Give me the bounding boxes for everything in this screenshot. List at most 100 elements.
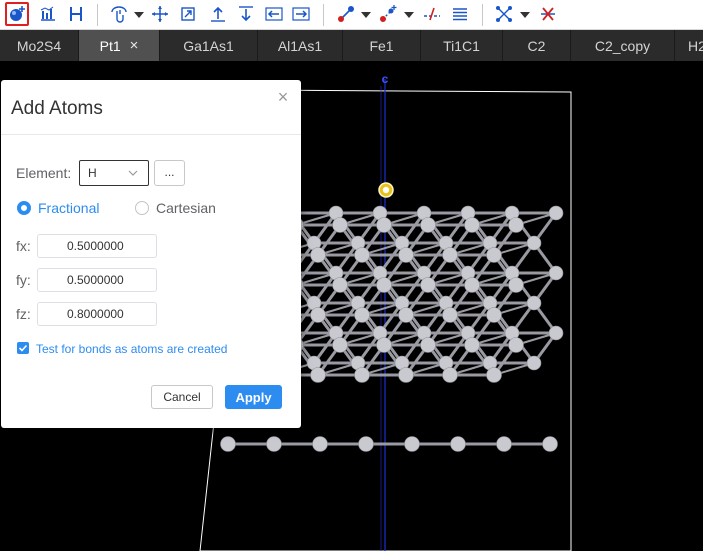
atom[interactable] — [486, 247, 502, 263]
delete-bonds-icon[interactable] — [536, 2, 560, 26]
chevron-down-icon[interactable] — [134, 8, 144, 22]
atom[interactable] — [486, 307, 502, 323]
atom[interactable] — [464, 277, 480, 293]
tab-fe1[interactable]: Fe1 — [343, 30, 421, 61]
tab-c2-copy[interactable]: C2_copy — [571, 30, 675, 61]
fx-label: fx: — [16, 238, 31, 254]
arrow-left-icon[interactable] — [262, 2, 286, 26]
check-icon — [18, 344, 28, 352]
tab-mo2s4[interactable]: Mo2S4 — [0, 30, 79, 61]
atom[interactable] — [332, 217, 348, 233]
scale-icon[interactable] — [176, 2, 200, 26]
atom[interactable] — [526, 295, 542, 311]
atom[interactable] — [312, 436, 328, 452]
lines-icon[interactable] — [448, 2, 472, 26]
atom[interactable] — [442, 247, 458, 263]
test-bonds-label[interactable]: Test for bonds as atoms are created — [36, 342, 227, 356]
axis-label-c: c — [382, 72, 389, 86]
test-bonds-checkbox[interactable] — [17, 342, 29, 354]
atom[interactable] — [464, 217, 480, 233]
chevron-down-icon — [128, 170, 138, 176]
browse-elements-button[interactable]: ... — [154, 160, 185, 186]
cartesian-radio[interactable] — [135, 201, 149, 215]
tab-h2[interactable]: H2 — [675, 30, 703, 61]
bar-chart-icon[interactable] — [36, 2, 60, 26]
chevron-down-icon[interactable] — [520, 8, 530, 22]
move-icon[interactable] — [148, 2, 172, 26]
atom[interactable] — [310, 307, 326, 323]
dialog-divider — [1, 134, 301, 135]
atom[interactable] — [450, 436, 466, 452]
atom[interactable] — [266, 436, 282, 452]
close-icon[interactable]: × — [275, 88, 291, 106]
tab-label: Ga1As1 — [183, 37, 234, 54]
atom[interactable] — [420, 217, 436, 233]
atom[interactable] — [496, 436, 512, 452]
atom[interactable] — [508, 277, 524, 293]
tab-label: Al1As1 — [277, 37, 323, 54]
tab-c2[interactable]: C2 — [503, 30, 571, 61]
atom[interactable] — [526, 355, 542, 371]
atom[interactable] — [420, 337, 436, 353]
atom[interactable] — [398, 247, 414, 263]
atom[interactable] — [376, 337, 392, 353]
atom[interactable] — [442, 367, 458, 383]
fractional-radio-label[interactable]: Fractional — [38, 200, 99, 216]
atom[interactable] — [220, 436, 236, 452]
atom[interactable] — [420, 277, 436, 293]
atom[interactable] — [398, 307, 414, 323]
atom[interactable] — [404, 436, 420, 452]
atom[interactable] — [542, 436, 558, 452]
fz-label: fz: — [16, 306, 31, 322]
arrow-up-icon[interactable] — [206, 2, 230, 26]
atom[interactable] — [526, 235, 542, 251]
chevron-down-icon[interactable] — [361, 8, 371, 22]
fractional-radio[interactable] — [17, 201, 31, 215]
element-select[interactable]: H — [79, 160, 149, 186]
h-bonds-icon[interactable] — [64, 2, 88, 26]
atom[interactable] — [442, 307, 458, 323]
tab-al1as1[interactable]: Al1As1 — [258, 30, 343, 61]
atom[interactable] — [464, 337, 480, 353]
bond-icon[interactable] — [334, 2, 358, 26]
atom[interactable] — [548, 265, 564, 281]
atom[interactable] — [486, 367, 502, 383]
tab-label: C2 — [527, 37, 546, 54]
atom[interactable] — [376, 277, 392, 293]
add-bond-icon[interactable] — [376, 2, 400, 26]
tab-label: Fe1 — [369, 37, 394, 54]
atom[interactable] — [376, 217, 392, 233]
rotate-hand-icon[interactable] — [107, 2, 131, 26]
atom[interactable] — [398, 367, 414, 383]
apply-button[interactable]: Apply — [225, 385, 282, 409]
atom[interactable] — [508, 217, 524, 233]
cartesian-radio-label[interactable]: Cartesian — [156, 200, 216, 216]
chevron-down-icon[interactable] — [404, 8, 414, 22]
tab-ga1as1[interactable]: Ga1As1 — [160, 30, 258, 61]
tab-pt1[interactable]: Pt1 × — [79, 30, 160, 61]
arrow-down-icon[interactable] — [234, 2, 258, 26]
bond-length-icon[interactable] — [492, 2, 516, 26]
atom[interactable] — [508, 337, 524, 353]
arrow-right-icon[interactable] — [289, 2, 313, 26]
atom[interactable] — [332, 277, 348, 293]
cancel-button[interactable]: Cancel — [151, 385, 213, 409]
add-atom-icon[interactable] — [5, 2, 29, 26]
atom[interactable] — [548, 205, 564, 221]
atom[interactable] — [310, 247, 326, 263]
tab-label: H2 — [688, 37, 703, 54]
atom[interactable] — [332, 337, 348, 353]
toolbar-separator — [323, 4, 324, 26]
fy-input[interactable] — [37, 268, 157, 292]
atom[interactable] — [354, 307, 370, 323]
break-bond-icon[interactable] — [420, 2, 444, 26]
tab-ti1c1[interactable]: Ti1C1 — [421, 30, 503, 61]
atom[interactable] — [548, 325, 564, 341]
atom[interactable] — [310, 367, 326, 383]
fz-input[interactable] — [37, 302, 157, 326]
atom[interactable] — [354, 247, 370, 263]
fx-input[interactable] — [37, 234, 157, 258]
close-icon[interactable]: × — [130, 37, 139, 54]
atom[interactable] — [358, 436, 374, 452]
atom[interactable] — [354, 367, 370, 383]
